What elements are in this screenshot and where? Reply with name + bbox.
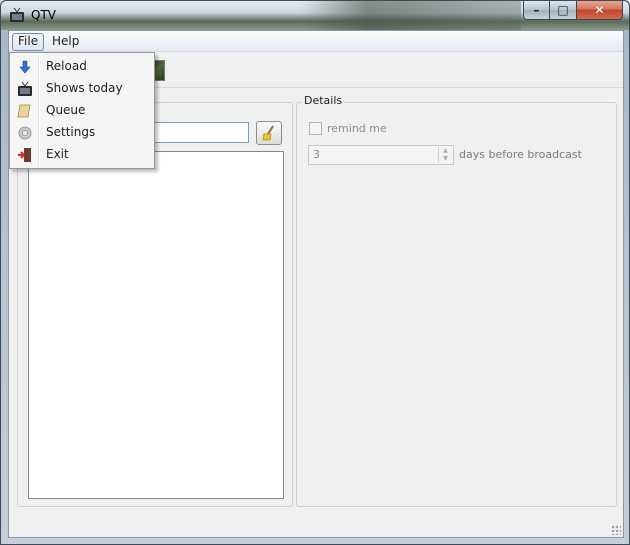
menu-item-label: Shows today [46, 81, 123, 95]
menu-item-queue[interactable]: Queue [12, 100, 152, 122]
days-label: days before broadcast [459, 148, 582, 161]
spin-arrows[interactable]: ▲ ▼ [438, 147, 452, 163]
minimize-button[interactable]: – [523, 1, 550, 20]
title-bar-background [301, 1, 521, 30]
spin-down-icon[interactable]: ▼ [443, 156, 448, 162]
search-input[interactable] [149, 122, 249, 143]
caption-buttons: – □ ✕ [523, 1, 623, 21]
maximize-icon: □ [557, 3, 569, 17]
menu-item-label: Queue [46, 103, 86, 117]
minimize-icon: – [533, 3, 540, 17]
clear-search-button[interactable] [256, 121, 282, 145]
menu-item-label: Settings [46, 125, 96, 139]
menu-item-label: Reload [46, 59, 87, 73]
menu-bar: File Help [9, 31, 623, 52]
menu-item-settings[interactable]: Settings [12, 122, 152, 144]
spin-up-icon[interactable]: ▲ [443, 148, 448, 154]
arrow-down-icon [17, 59, 33, 75]
menu-item-exit[interactable]: Exit [12, 144, 152, 166]
days-value: 3 [313, 148, 320, 161]
close-icon: ✕ [594, 3, 605, 17]
title-bar[interactable]: QTV – □ ✕ [1, 1, 629, 30]
remind-label: remind me [327, 122, 387, 135]
days-spinbox[interactable]: 3 ▲ ▼ [308, 145, 454, 165]
menu-file[interactable]: File [12, 33, 45, 51]
file-menu-dropdown: Reload Shows today Queue Settings Exit [9, 52, 155, 169]
menu-item-label: Exit [46, 147, 69, 161]
scroll-icon [17, 103, 33, 119]
menu-item-shows-today[interactable]: Shows today [12, 78, 152, 100]
tv-icon [10, 8, 24, 22]
remind-checkbox[interactable] [309, 122, 322, 135]
close-button[interactable]: ✕ [577, 1, 623, 20]
gear-icon [17, 125, 33, 141]
menu-help[interactable]: Help [46, 33, 85, 51]
app-window: QTV – □ ✕ File Help Details remind me 3 … [0, 0, 630, 545]
tv-icon [17, 81, 33, 97]
shows-list[interactable] [28, 151, 284, 499]
maximize-button[interactable]: □ [550, 1, 577, 20]
window-title: QTV [31, 8, 56, 22]
menu-item-reload[interactable]: Reload [12, 56, 152, 78]
exit-door-icon [17, 147, 33, 163]
resize-grip[interactable] [611, 525, 621, 535]
broom-icon [262, 125, 274, 141]
details-title: Details [302, 94, 345, 107]
